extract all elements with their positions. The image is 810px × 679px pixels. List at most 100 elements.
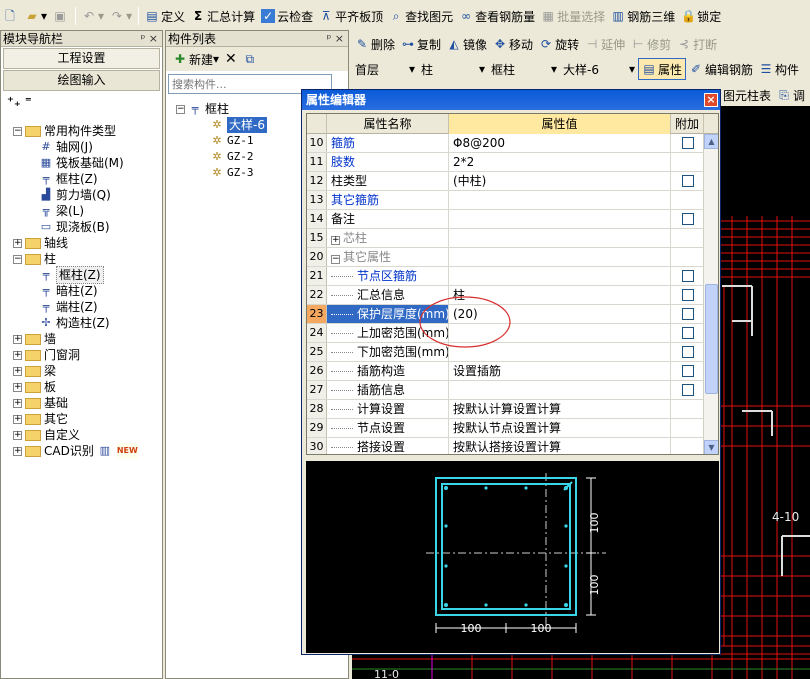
close-icon[interactable]: × xyxy=(335,32,344,45)
redo-button[interactable]: ↷ ▾ xyxy=(107,5,135,27)
delete-component-button[interactable]: ✕ xyxy=(222,48,240,70)
expand-icon[interactable]: + xyxy=(13,366,22,376)
expand-all-icon[interactable]: ⁺₊ xyxy=(7,95,21,110)
property-row[interactable]: 13 其它箍筋 xyxy=(307,191,704,210)
project-settings-button[interactable]: 工程设置 xyxy=(3,48,160,69)
nav-tree-item[interactable]: ✢ 构造柱(Z) xyxy=(39,315,109,331)
trim-button[interactable]: ⊢ 修剪 xyxy=(628,33,674,55)
align-slab-button[interactable]: ⊼ 平齐板顶 xyxy=(316,5,386,27)
expand-icon[interactable]: + xyxy=(13,382,22,392)
extra-checkbox[interactable] xyxy=(681,346,694,358)
new-component-button[interactable]: ✚ 新建 ▾ xyxy=(170,48,222,70)
break-button[interactable]: ⊰ 打断 xyxy=(674,33,720,55)
properties-button[interactable]: ▤ 属性 xyxy=(638,58,687,80)
subtype-select[interactable]: 框柱 ▾ xyxy=(488,58,560,80)
expand-icon[interactable]: + xyxy=(13,238,22,248)
collapse-icon[interactable]: − xyxy=(176,104,185,114)
collapse-icon[interactable]: − xyxy=(331,255,340,264)
expand-icon[interactable]: + xyxy=(13,398,22,408)
property-row[interactable]: 26 插筋构造 设置插筋 xyxy=(307,362,704,381)
property-value-cell[interactable] xyxy=(449,210,671,228)
nav-tree-item[interactable]: + 轴线 xyxy=(13,235,68,251)
type-select[interactable]: 柱 ▾ xyxy=(418,58,488,80)
component-tree-item[interactable]: − ╤ 框柱 xyxy=(176,101,229,117)
rotate-button[interactable]: ⟳ 旋转 xyxy=(536,33,582,55)
expand-icon[interactable]: + xyxy=(331,236,340,245)
nav-tree-item[interactable]: + 梁 xyxy=(13,363,56,379)
nav-tree-item[interactable]: ╤ 框柱(Z) xyxy=(39,266,104,284)
drawing-input-button[interactable]: 绘图输入 xyxy=(3,70,160,91)
extra-checkbox[interactable] xyxy=(681,137,694,149)
new-file-button[interactable]: 🗋 xyxy=(0,5,22,27)
extend-button[interactable]: ⊣ 延伸 xyxy=(582,33,628,55)
property-row[interactable]: 28 计算设置 按默认计算设置计算 xyxy=(307,400,704,419)
property-row[interactable]: 15 + 芯柱 xyxy=(307,229,704,248)
extra-checkbox[interactable] xyxy=(681,384,694,396)
property-row[interactable]: 30 搭接设置 按默认搭接设置计算 xyxy=(307,438,704,454)
nav-tree-item[interactable]: + 基础 xyxy=(13,395,68,411)
lock-button[interactable]: 🔒 锁定 xyxy=(678,5,724,27)
collapse-icon[interactable]: − xyxy=(13,254,22,264)
extra-checkbox[interactable] xyxy=(681,175,694,187)
batch-select-button[interactable]: ▦ 批量选择 xyxy=(538,5,608,27)
property-row[interactable]: 12 柱类型 (中柱) xyxy=(307,172,704,191)
nav-tree-item[interactable]: ╤ 暗柱(Z) xyxy=(39,283,98,299)
property-row[interactable]: 10 箍筋 Φ8@200 xyxy=(307,134,704,153)
nav-tree-item[interactable]: ╤ 端柱(Z) xyxy=(39,299,98,315)
nav-tree-item[interactable]: + 墙 xyxy=(13,331,56,347)
cloud-check-button[interactable]: ✓ 云检查 xyxy=(258,5,316,27)
extra-checkbox[interactable] xyxy=(681,365,694,377)
component-tree-item[interactable]: ✲ GZ-1 xyxy=(210,133,253,149)
undo-button[interactable]: ↶ ▾ xyxy=(79,5,107,27)
save-button[interactable]: ▣ xyxy=(50,5,72,27)
property-value-cell[interactable]: 按默认搭接设置计算 xyxy=(449,438,671,454)
component-tree-item[interactable]: ✲ GZ-3 xyxy=(210,165,253,181)
mirror-button[interactable]: ◭ 镜像 xyxy=(444,33,490,55)
scroll-up-icon[interactable]: ▲ xyxy=(704,134,718,149)
nav-tree-item[interactable]: ▦ 筏板基础(M) xyxy=(39,155,124,171)
close-icon[interactable]: × xyxy=(149,32,158,45)
property-value-cell[interactable] xyxy=(449,381,671,399)
extra-checkbox[interactable] xyxy=(681,213,694,225)
sum-calc-button[interactable]: Σ 汇总计算 xyxy=(188,5,258,27)
property-row[interactable]: 27 插筋信息 xyxy=(307,381,704,400)
nav-tree-item[interactable]: − 柱 xyxy=(13,251,56,267)
move-button[interactable]: ✥ 移动 xyxy=(490,33,536,55)
extra-checkbox[interactable] xyxy=(681,270,694,282)
extra-checkbox[interactable] xyxy=(681,289,694,301)
extra-checkbox[interactable] xyxy=(681,308,694,320)
property-value-cell[interactable]: 按默认计算设置计算 xyxy=(449,400,671,418)
collapse-all-icon[interactable]: ⁼ xyxy=(25,95,32,110)
rebar-3d-button[interactable]: ▥ 钢筋三维 xyxy=(608,5,678,27)
nav-tree-item[interactable]: + 自定义 xyxy=(13,427,80,443)
property-value-cell[interactable] xyxy=(449,191,671,209)
copy-component-button[interactable]: ⧉ xyxy=(240,48,262,70)
expand-icon[interactable]: + xyxy=(13,334,22,344)
expand-icon[interactable]: + xyxy=(13,446,22,456)
nav-tree-item[interactable]: ╦ 梁(L) xyxy=(39,203,84,219)
nav-tree-item[interactable]: ╤ 框柱(Z) xyxy=(39,171,98,187)
nav-tree-item[interactable]: # 轴网(J) xyxy=(39,139,93,155)
nav-tree-item[interactable]: + 其它 xyxy=(13,411,68,427)
edit-rebar-button[interactable]: ✐ 编辑钢筋 xyxy=(686,58,756,80)
property-row[interactable]: 20− 其它属性 xyxy=(307,248,704,267)
property-row[interactable]: 14 备注 xyxy=(307,210,704,229)
property-value-cell[interactable]: Φ8@200 xyxy=(449,134,671,152)
property-row[interactable]: 29 节点设置 按默认节点设置计算 xyxy=(307,419,704,438)
component-tree-item[interactable]: ✲ 大样-6 xyxy=(210,117,267,133)
nav-tree-item[interactable]: + CAD识别 ▥ NEW xyxy=(13,443,138,459)
property-value-cell[interactable] xyxy=(449,248,671,266)
component-list-button[interactable]: ☰ 构件 xyxy=(756,58,802,80)
property-row[interactable]: 11 肢数 2*2 xyxy=(307,153,704,172)
property-value-cell[interactable]: (中柱) xyxy=(449,172,671,190)
nav-tree-item[interactable]: ▟ 剪力墙(Q) xyxy=(39,187,111,203)
property-value-cell[interactable]: 设置插筋 xyxy=(449,362,671,380)
close-icon[interactable]: × xyxy=(704,93,718,107)
grid-scrollbar[interactable]: ▲ ▼ xyxy=(703,134,718,454)
collapse-icon[interactable]: − xyxy=(13,126,22,136)
nav-tree-item[interactable]: + 板 xyxy=(13,379,56,395)
nav-tree-item[interactable]: ▭ 现浇板(B) xyxy=(39,219,110,235)
scroll-thumb[interactable] xyxy=(705,284,718,394)
property-row[interactable]: 21 节点区箍筋 xyxy=(307,267,704,286)
table-tab-button[interactable]: 图元柱表 xyxy=(720,85,774,105)
